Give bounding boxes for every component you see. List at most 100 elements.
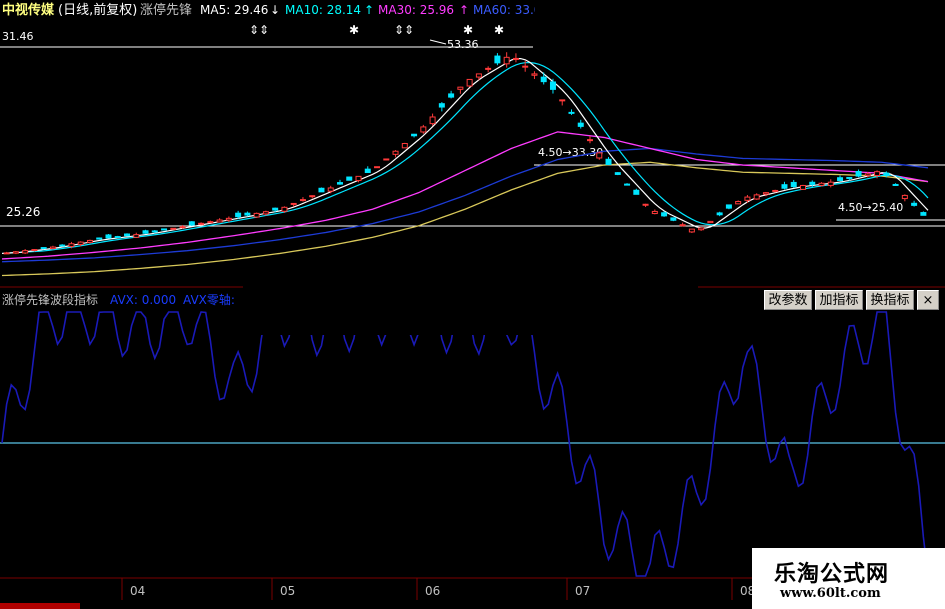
candle-body (466, 78, 473, 87)
ma30-label: MA30: 25.96 (378, 3, 454, 17)
candle-body (605, 158, 612, 165)
month-tick-label: 05 (280, 584, 295, 598)
candle-body (86, 239, 93, 243)
support-price-label: 25.26 (6, 205, 40, 219)
signal-markers: ⇕⇕ ✱ ⇕⇕ ✱ ✱ (249, 23, 504, 37)
ma10-arrow: ↑ (364, 3, 374, 17)
candle-body (661, 212, 668, 217)
candle-body (827, 181, 834, 186)
signal-marker: ⇕⇕ (249, 23, 269, 37)
candle-body (133, 234, 140, 238)
candle-body (309, 195, 316, 198)
candle-body (587, 139, 594, 142)
ma10-label: MA10: 28.14 (285, 3, 361, 17)
candle-body (744, 196, 751, 201)
signal-marker: ✱ (463, 23, 473, 37)
candle-body (549, 81, 556, 90)
candle-body (485, 67, 492, 70)
candle-body (374, 166, 381, 169)
indicator-title: 涨停先锋波段指标 (2, 292, 98, 307)
ma5-label: MA5: 29.46 (200, 3, 268, 17)
candle-body (68, 243, 75, 247)
candle-body (753, 194, 760, 200)
candle-body (411, 133, 418, 137)
candle-body (198, 222, 205, 225)
close-indicator-button[interactable]: × (917, 290, 939, 310)
candle-body (698, 227, 705, 231)
candle-body (901, 194, 908, 200)
candle-body (151, 230, 158, 233)
candle-body (809, 181, 816, 185)
candle-body (22, 250, 29, 254)
signal-marker: ✱ (494, 23, 504, 37)
candle-body (290, 202, 297, 205)
candle-body (401, 143, 408, 149)
swap-indicator-button[interactable]: 换指标 (866, 290, 914, 310)
candle-body (772, 189, 779, 192)
month-tick-label: 06 (425, 584, 440, 598)
candle-body (799, 184, 806, 190)
signal-marker: ✱ (349, 23, 359, 37)
candle-body (235, 212, 242, 218)
candle-body (420, 126, 427, 133)
candle-body (272, 207, 279, 211)
add-indicator-button[interactable]: 加指标 (815, 290, 863, 310)
high-price-marker: 53.36 (447, 38, 479, 51)
candle-body (883, 172, 890, 177)
candle-body (855, 171, 862, 177)
candle-body (31, 249, 38, 252)
candle-body (59, 244, 66, 247)
indicator-name: 涨停先锋 (140, 2, 192, 18)
candle-body (392, 150, 399, 155)
candle-body (225, 217, 232, 221)
change-params-button[interactable]: 改参数 (764, 290, 812, 310)
candle-body (911, 202, 918, 206)
ma30-arrow: ↑ (459, 3, 469, 17)
candle-body (114, 236, 121, 239)
candle-body (475, 73, 482, 78)
candle-body (781, 184, 788, 189)
candle-body (299, 199, 306, 202)
candle-body (707, 220, 714, 224)
candle-body (522, 65, 529, 68)
candle-body (124, 233, 131, 237)
candle-body (624, 183, 631, 186)
high-marker-pointer (429, 39, 447, 45)
candle-body (364, 168, 371, 174)
candle-body (3, 252, 10, 255)
ma60-label: MA60: 33.0 (473, 3, 541, 17)
candle-body (642, 203, 649, 206)
candle-body (142, 230, 149, 234)
candle-body (762, 192, 769, 195)
candle-body (633, 189, 640, 195)
candle-body (253, 212, 260, 218)
candle-body (920, 212, 927, 216)
candle-body (540, 76, 547, 83)
candle-body (790, 181, 797, 188)
candle-body (818, 182, 825, 186)
candle-body (716, 212, 723, 216)
scroll-bar[interactable] (0, 603, 80, 609)
candle-body (688, 228, 695, 233)
chart-header: 中视传媒 (日线,前复权) 涨停先锋 MA5: 29.46 ↓ MA10: 28… (2, 2, 541, 18)
candle-body (735, 201, 742, 205)
overlay-mask-middle (243, 268, 698, 335)
avx-line (1, 310, 929, 577)
candle-body (837, 177, 844, 182)
price-label-top: 31.46 (2, 30, 34, 43)
candle-body (892, 183, 899, 186)
candle-body (383, 158, 390, 161)
candle-body (846, 176, 853, 179)
candle-body (161, 228, 168, 231)
candle-body (503, 56, 510, 65)
candle-body (346, 176, 353, 181)
candle-body (170, 227, 177, 230)
candle-body (614, 172, 621, 175)
candle-body (207, 221, 214, 224)
candle-body (96, 237, 103, 240)
candle-body (596, 152, 603, 159)
candle-body (457, 86, 464, 90)
candle-body (179, 226, 186, 229)
candle-body (12, 251, 19, 254)
candle-body (725, 204, 732, 209)
